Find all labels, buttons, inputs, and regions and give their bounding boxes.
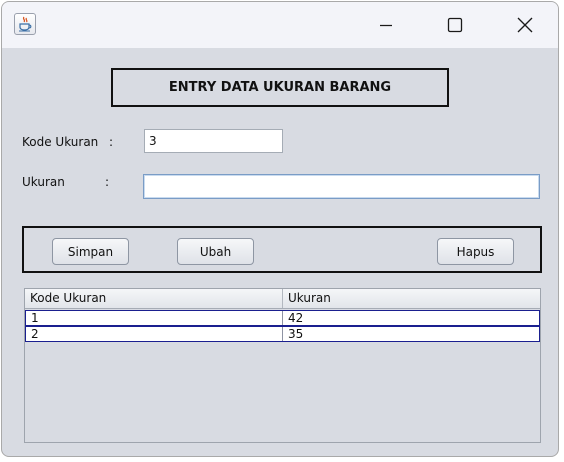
table-header: Kode Ukuran Ukuran: [25, 289, 540, 309]
maximize-icon: [447, 17, 463, 33]
ukuran-input[interactable]: [143, 174, 540, 199]
ukuran-colon: :: [105, 175, 110, 189]
cell-ukuran: 35: [288, 327, 304, 341]
ukuran-label: Ukuran: [22, 175, 65, 189]
minimize-button[interactable]: [363, 2, 409, 48]
ukuran-table[interactable]: Kode Ukuran Ukuran 1 42 2 35: [24, 288, 541, 443]
java-cup-icon[interactable]: [14, 13, 36, 35]
hapus-button[interactable]: Hapus: [437, 238, 514, 265]
title-bar[interactable]: [2, 2, 558, 48]
cell-ukuran: 42: [288, 311, 304, 325]
table-row[interactable]: 2 35: [25, 326, 540, 342]
cell-kode-ukuran: 2: [26, 327, 283, 341]
kode-ukuran-label: Kode Ukuran: [22, 135, 99, 149]
kode-ukuran-colon: :: [109, 135, 114, 149]
cell-kode-ukuran: 1: [26, 311, 283, 325]
app-window: ENTRY DATA UKURAN BARANG Kode Ukuran : U…: [1, 1, 559, 457]
ubah-button[interactable]: Ubah: [177, 238, 254, 265]
kode-ukuran-input[interactable]: [144, 129, 283, 153]
maximize-button[interactable]: [431, 2, 477, 48]
table-row[interactable]: 1 42: [25, 310, 540, 326]
column-header-ukuran[interactable]: Ukuran: [283, 289, 540, 308]
button-panel: Simpan Ubah Hapus: [22, 226, 542, 273]
column-header-kode-ukuran[interactable]: Kode Ukuran: [25, 289, 283, 308]
minimize-icon: [380, 24, 392, 27]
close-icon: [517, 17, 533, 33]
form-title: ENTRY DATA UKURAN BARANG: [111, 68, 449, 107]
simpan-button[interactable]: Simpan: [52, 238, 129, 265]
close-button[interactable]: [502, 2, 548, 48]
